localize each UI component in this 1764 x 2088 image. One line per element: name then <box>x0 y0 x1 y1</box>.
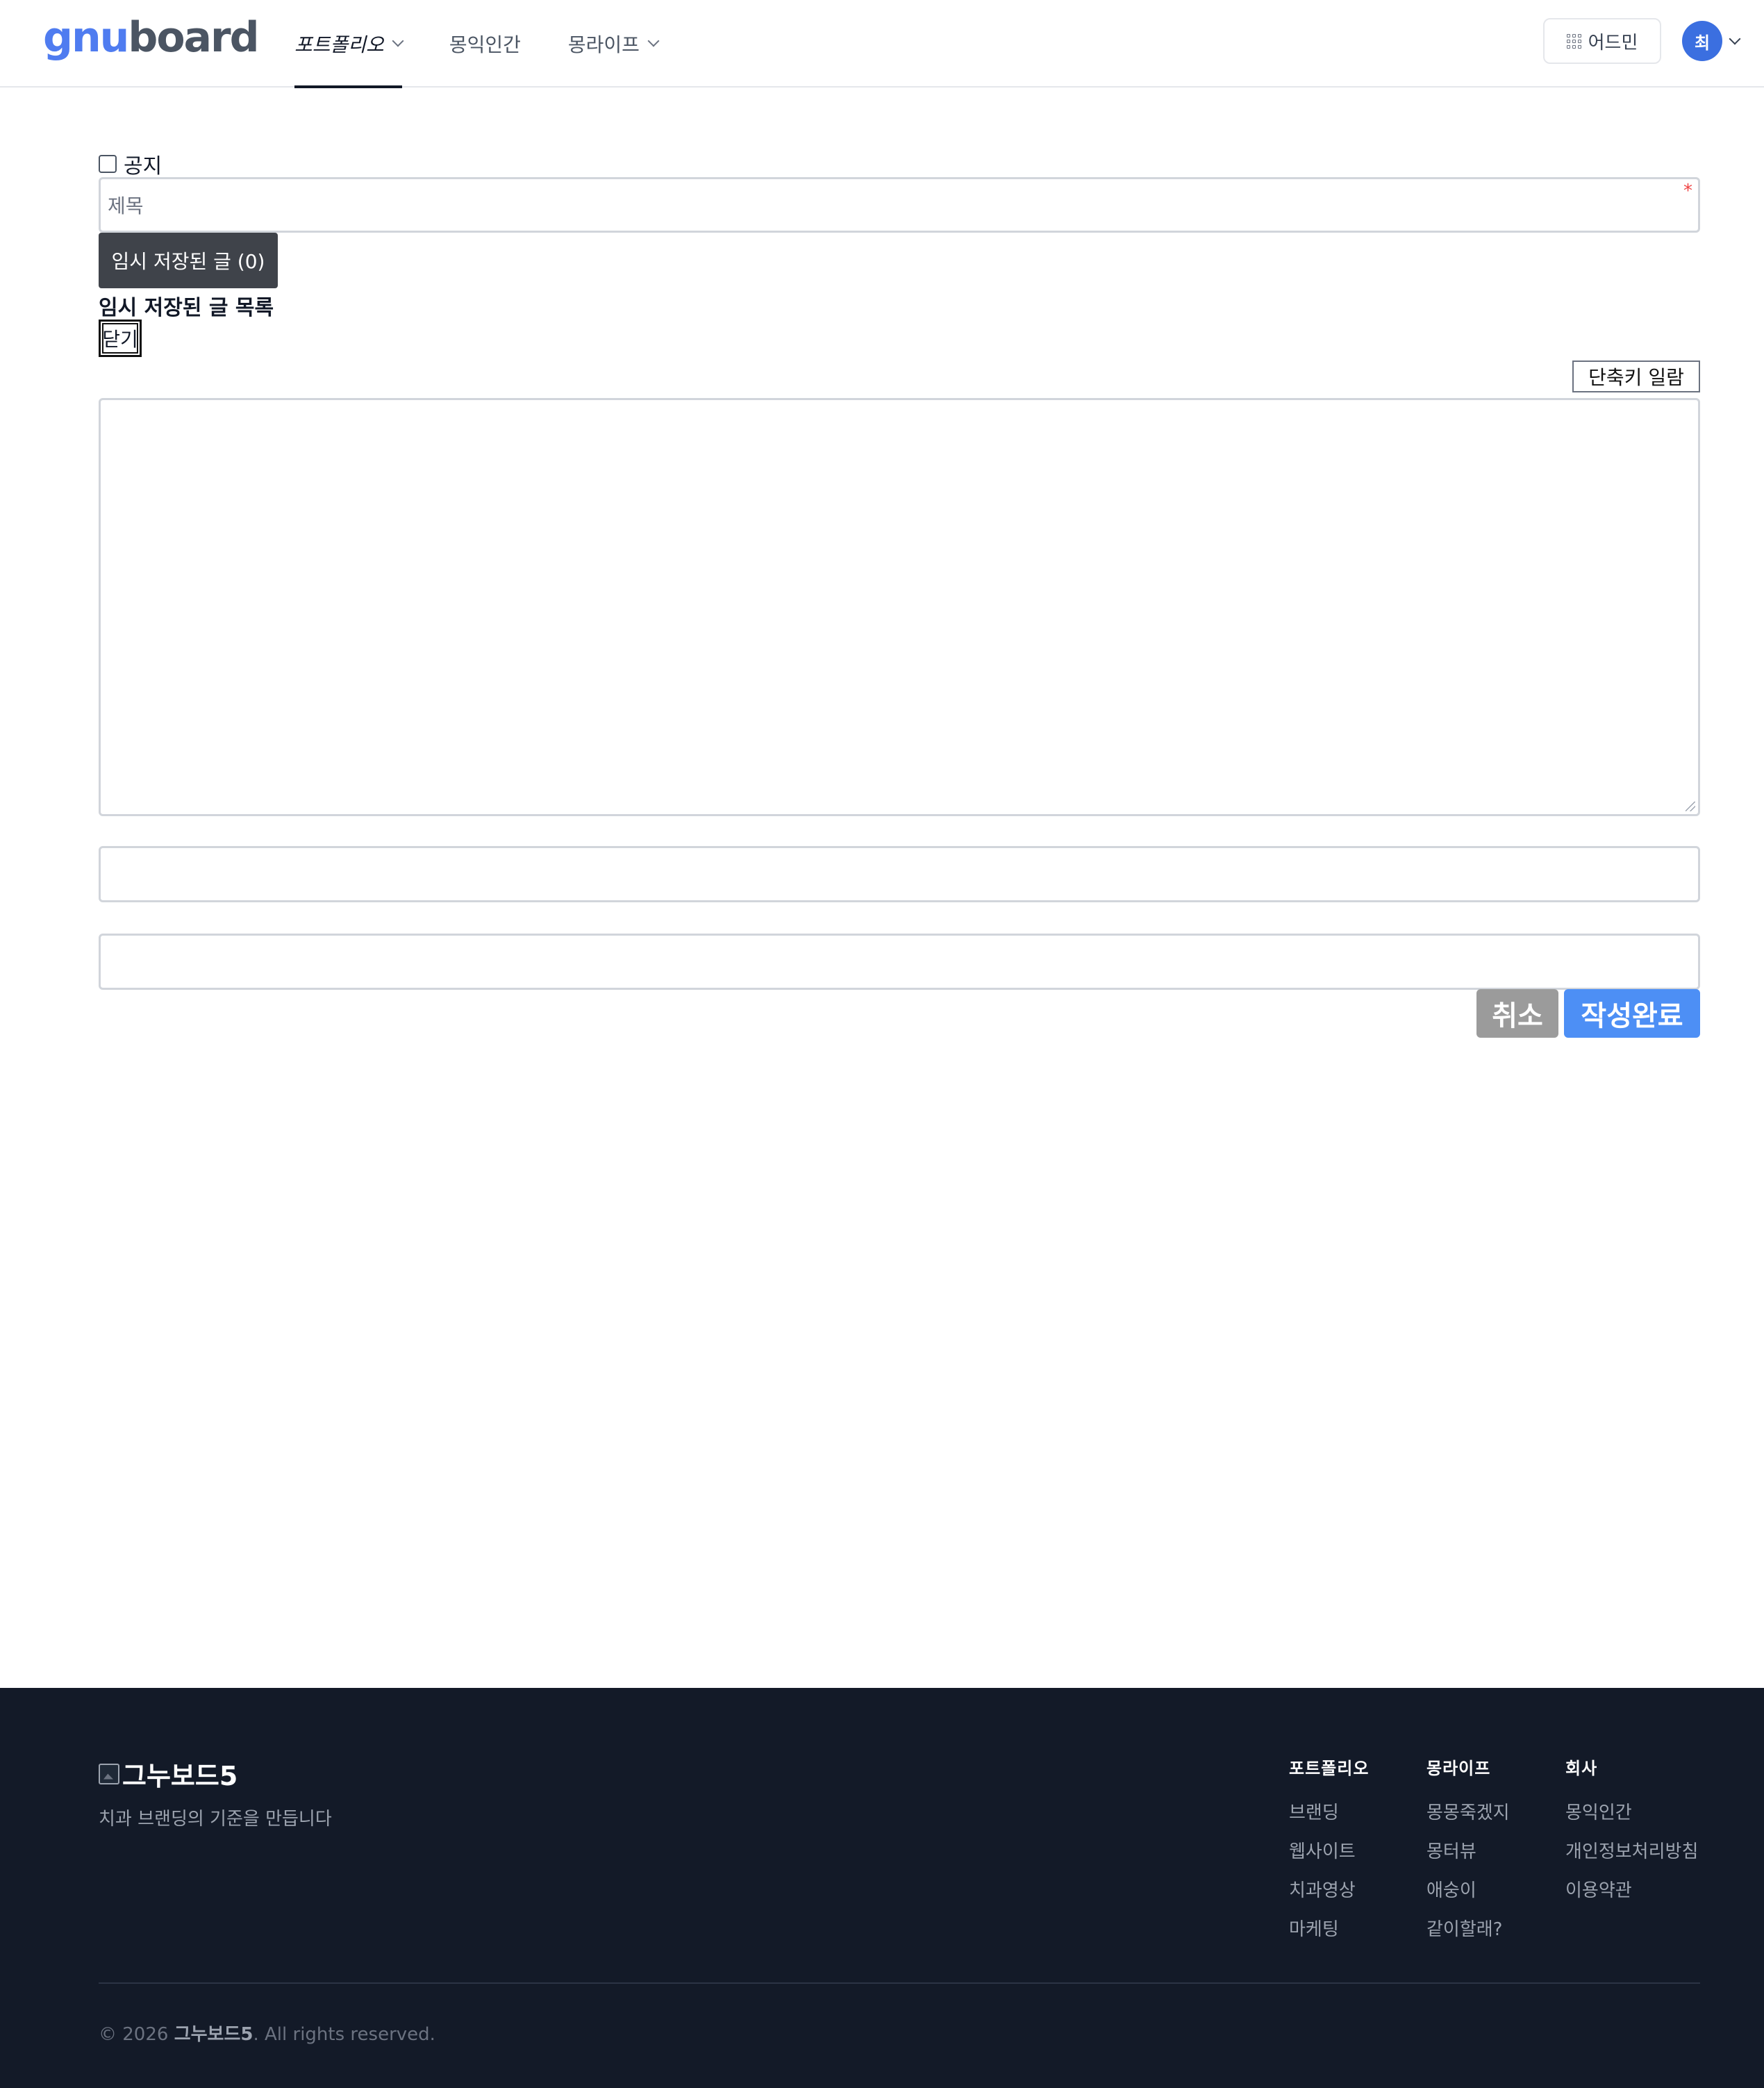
footer-link[interactable]: 이용약관 <box>1565 1880 1698 1919</box>
footer-link[interactable]: 몽터뷰 <box>1426 1841 1510 1880</box>
temp-saved-heading: 임시 저장된 글 목록 <box>99 296 274 320</box>
grid-icon <box>1566 33 1581 49</box>
link-field-1[interactable] <box>99 846 1700 902</box>
site-header: gnu board 포트폴리오 몽익인간 몽라이프 어드민 최 <box>0 0 1764 88</box>
footer-column-heading: 포트폴리오 <box>1289 1759 1370 1778</box>
footer-link[interactable]: 같이할래? <box>1426 1919 1510 1958</box>
footer-logo[interactable]: 그누보드5 <box>99 1755 238 1793</box>
close-button[interactable]: 닫기 <box>99 320 142 357</box>
nav-item-label: 몽라이프 <box>567 33 640 56</box>
nav-item-portfolio[interactable]: 포트폴리오 <box>294 0 404 88</box>
footer-column-monglife: 몽라이프 몽몽죽겠지 몽터뷰 애숭이 같이할래? <box>1426 1755 1510 1958</box>
notice-checkbox-row: 공지 <box>99 149 162 179</box>
logo-text-part2: board <box>128 13 259 62</box>
temp-saved-button[interactable]: 임시 저장된 글 (0) <box>99 233 278 288</box>
notice-checkbox[interactable] <box>99 155 117 173</box>
footer-link[interactable]: 애숭이 <box>1426 1880 1510 1919</box>
footer-link[interactable]: 마케팅 <box>1289 1919 1369 1958</box>
admin-button[interactable]: 어드민 <box>1543 18 1661 64</box>
footer-link[interactable]: 브랜딩 <box>1289 1803 1369 1841</box>
submit-button[interactable]: 작성완료 <box>1564 989 1700 1038</box>
title-input[interactable]: 제목 * <box>99 177 1700 233</box>
footer-logo-alt: 그누보드5 <box>122 1761 238 1791</box>
title-placeholder: 제목 <box>108 194 144 217</box>
copyright-brand: 그누보드5 <box>174 2024 253 2045</box>
chevron-down-icon <box>392 35 404 47</box>
footer-link[interactable]: 몽몽죽겠지 <box>1426 1803 1510 1841</box>
footer-column-heading: 회사 <box>1565 1759 1598 1778</box>
footer-tagline: 치과 브랜딩의 기준을 만듭니다 <box>99 1809 332 1830</box>
footer-divider <box>99 1982 1700 1984</box>
logo-text-part1: gnu <box>43 13 129 62</box>
user-avatar[interactable]: 최 <box>1682 21 1722 61</box>
site-footer: 그누보드5 치과 브랜딩의 기준을 만듭니다 포트폴리오 브랜딩 웹사이트 치과… <box>0 1688 1764 2088</box>
footer-link[interactable]: 치과영상 <box>1289 1880 1369 1919</box>
nav-item-monginingan[interactable]: 몽익인간 <box>449 0 521 88</box>
required-mark: * <box>1683 181 1692 201</box>
resize-handle-icon[interactable] <box>1686 802 1695 811</box>
chevron-down-icon <box>647 35 660 47</box>
nav-item-label: 몽익인간 <box>449 33 521 56</box>
site-logo[interactable]: gnu board <box>43 13 260 63</box>
admin-button-label: 어드민 <box>1588 32 1638 53</box>
chevron-down-icon[interactable] <box>1729 33 1741 45</box>
footer-column-company: 회사 몽익인간 개인정보처리방침 이용약관 <box>1565 1755 1698 1919</box>
nav-item-label: 포트폴리오 <box>294 33 384 56</box>
footer-link[interactable]: 개인정보처리방침 <box>1565 1841 1698 1880</box>
copyright-prefix: © 2026 <box>99 2024 174 2045</box>
footer-link[interactable]: 웹사이트 <box>1289 1841 1369 1880</box>
footer-column-heading: 몽라이프 <box>1426 1759 1491 1778</box>
notice-label: 공지 <box>124 154 163 179</box>
broken-image-icon <box>99 1763 119 1784</box>
cancel-button[interactable]: 취소 <box>1476 989 1558 1038</box>
footer-link[interactable]: 몽익인간 <box>1565 1803 1698 1841</box>
copyright: © 2026 그누보드5. All rights reserved. <box>99 2020 435 2046</box>
main-nav: 포트폴리오 몽익인간 몽라이프 <box>294 0 705 88</box>
copyright-suffix: . All rights reserved. <box>253 2024 435 2045</box>
nav-item-monglife[interactable]: 몽라이프 <box>567 0 660 88</box>
link-field-2[interactable] <box>99 934 1700 990</box>
shortcut-list-button[interactable]: 단축키 일람 <box>1572 361 1700 392</box>
footer-column-portfolio: 포트폴리오 브랜딩 웹사이트 치과영상 마케팅 <box>1289 1755 1369 1958</box>
content-editor[interactable] <box>99 398 1700 816</box>
